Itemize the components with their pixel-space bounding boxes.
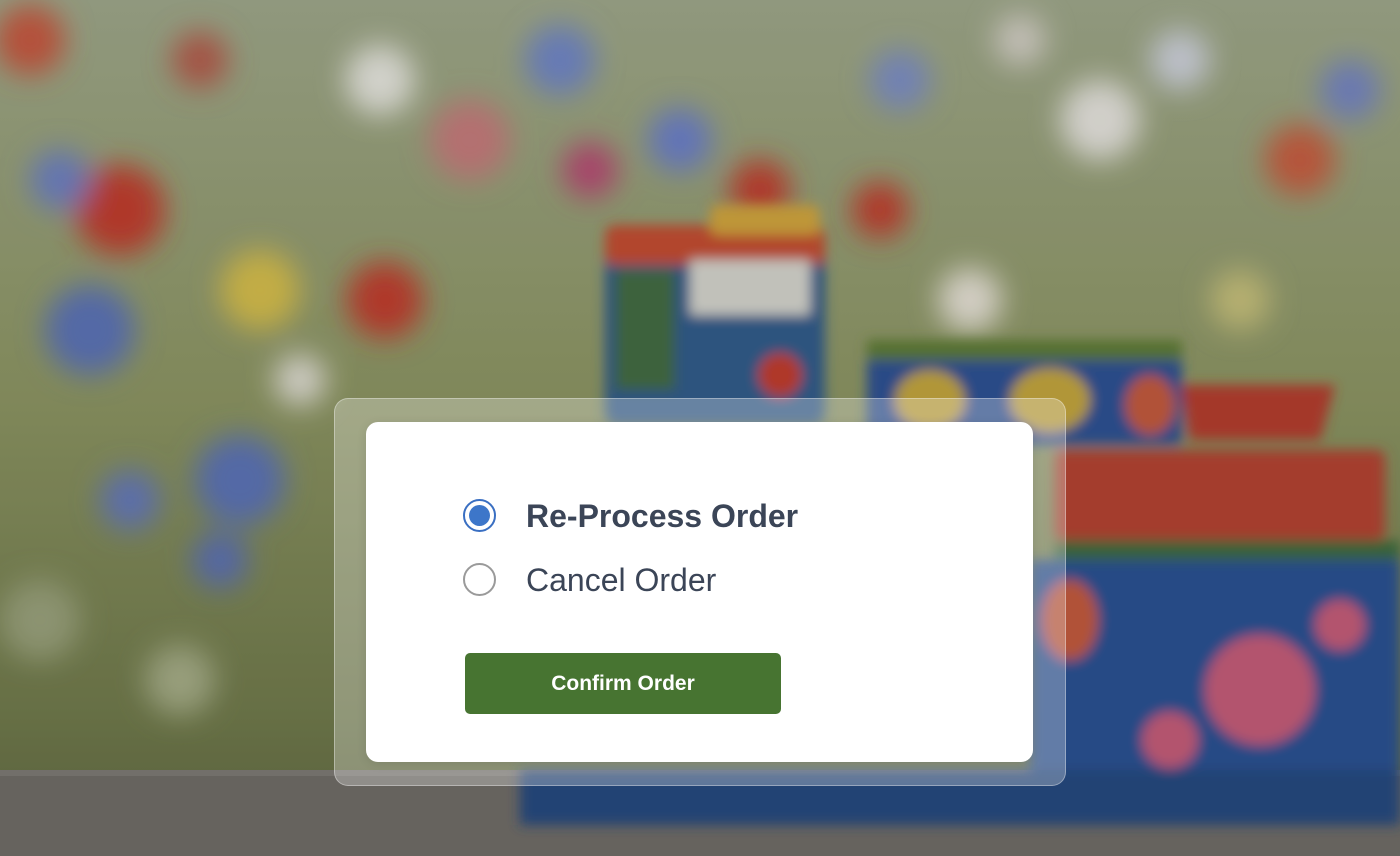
option-cancel-label: Cancel Order xyxy=(526,561,717,598)
order-action-dialog: Re-Process Order Cancel Order Confirm Or… xyxy=(366,422,1033,762)
option-reprocess-order[interactable]: Re-Process Order xyxy=(463,499,798,532)
option-cancel-order[interactable]: Cancel Order xyxy=(463,563,716,596)
radio-cancel-order[interactable] xyxy=(463,563,496,596)
app-screen: Re-Process Order Cancel Order Confirm Or… xyxy=(0,0,1400,856)
option-reprocess-label: Re-Process Order xyxy=(526,497,799,534)
confirm-order-button[interactable]: Confirm Order xyxy=(465,653,781,714)
radio-reprocess-order[interactable] xyxy=(463,499,496,532)
